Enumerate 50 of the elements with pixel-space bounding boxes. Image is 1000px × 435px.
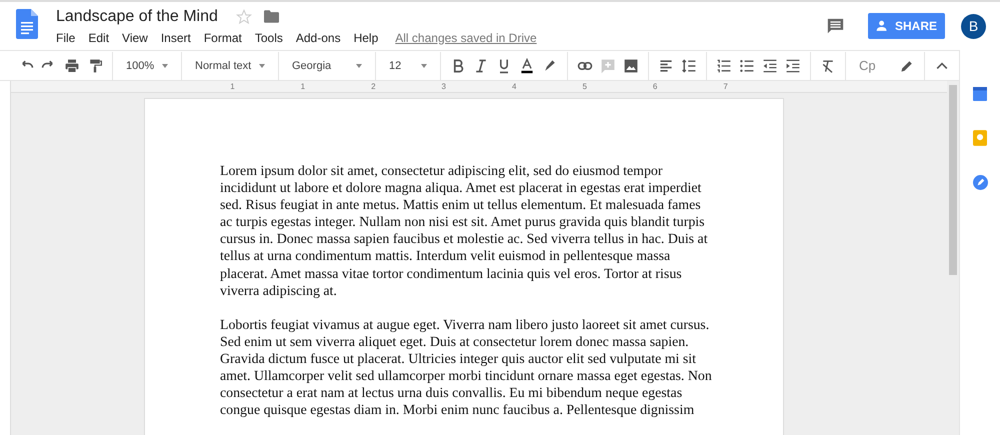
image-icon[interactable] (623, 58, 639, 74)
font-size-dropdown[interactable]: 12 (385, 60, 431, 72)
menu-item[interactable]: File (56, 30, 76, 44)
scrollbar-thumb[interactable] (949, 85, 957, 275)
italic-icon[interactable] (473, 58, 489, 74)
align-left-icon[interactable] (658, 58, 674, 74)
style-dropdown[interactable]: Normal text (191, 60, 269, 72)
pencil-circle-icon[interactable] (972, 175, 988, 190)
highlighter-icon[interactable] (542, 58, 558, 74)
caret-icon (259, 64, 265, 68)
body-paragraph: Lobortis feugiat vivamus at augue eget. Viverra nam libero justo laoreet sit amet cursus. Sed enim ut sem viverra aliquet eget. Duis at consectetur lorem donec massa sapien. Gravida dictum fusce ut placerat. Ultricies integer quis auctor elit sed vulputate mi sit amet. Ullamcorper velit sed ullamcorper morbi tincidunt ornare massa eget egestas. Non consectetur a erat nam at lectus urna duis convallis. Eu mi bibendum neque egestas congue quisque egestas diam in. Morbi enim nunc faucibus a. Pellentesque dignissim (220, 316, 713, 420)
save-status-link[interactable]: All changes saved in Drive (395, 30, 537, 44)
paint-format-icon[interactable] (87, 58, 103, 74)
ruler-number: 3 (442, 81, 446, 92)
bulleted-list-icon[interactable] (739, 58, 755, 74)
font-dropdown[interactable]: Georgia (288, 60, 366, 72)
text-color-icon[interactable] (519, 58, 535, 74)
input-tools-label[interactable]: Cp (859, 58, 876, 73)
ruler-number: 2 (371, 81, 376, 92)
caret-icon (421, 64, 427, 68)
print-icon[interactable] (64, 58, 80, 74)
star-icon[interactable] (236, 8, 252, 24)
menu-item[interactable]: Format (204, 30, 242, 44)
decrease-indent-icon[interactable] (762, 58, 778, 74)
document-title[interactable]: Landscape of the Mind (56, 8, 218, 26)
menu-item[interactable]: View (122, 30, 148, 44)
ruler-number: 1 (230, 81, 235, 92)
share-button[interactable]: SHARE (868, 13, 945, 39)
clear-formatting-icon[interactable] (820, 58, 836, 74)
zoom-dropdown[interactable]: 100% (122, 60, 172, 72)
menu-item[interactable]: Edit (88, 30, 110, 44)
folder-icon[interactable] (264, 10, 279, 23)
ruler-number: 5 (582, 81, 587, 92)
caret-icon (356, 64, 362, 68)
menu-item[interactable]: Tools (254, 30, 283, 44)
ruler-number: 1 (300, 81, 306, 92)
ruler-number: 7 (723, 81, 728, 92)
menu-item[interactable]: Add-ons (296, 30, 341, 44)
menu-item[interactable]: Insert (160, 30, 191, 44)
menu-item[interactable]: Help (354, 30, 378, 44)
account-avatar[interactable]: B (961, 14, 986, 38)
line-spacing-icon[interactable] (681, 58, 697, 74)
caret-icon (162, 64, 168, 68)
body-paragraph: Lorem ipsum dolor sit amet, consectetur adipiscing elit, sed do eiusmod tempor incididunt ut labore et dolore magna aliqua. Amet est placerat in egestas erat imperdiet sed. Risus feugiat in ante metus. Mattis enim ut tellus elementum. Et malesuada fames ac turpis egestas integer. Nullam non nisi est sit. Amet purus gravida quis blandit turpis cursus in. Donec massa sapien faucibus et molestie ac. Sed viverra tellus in hac. Duis at tellus at urna condimentum mattis. Interdum velit euismod in pellentesque massa placerat. Amet massa vitae tortor condimentum lacinia quis vel eros. Tortor at risus viverra adipiscing at. (220, 163, 709, 300)
numbered-list-icon[interactable] (716, 58, 732, 74)
ruler-number: 6 (652, 81, 658, 92)
comment-icon[interactable] (826, 18, 844, 34)
ruler-number: 4 (512, 81, 516, 92)
docs-logo-icon[interactable] (16, 9, 38, 39)
increase-indent-icon[interactable] (785, 58, 801, 74)
